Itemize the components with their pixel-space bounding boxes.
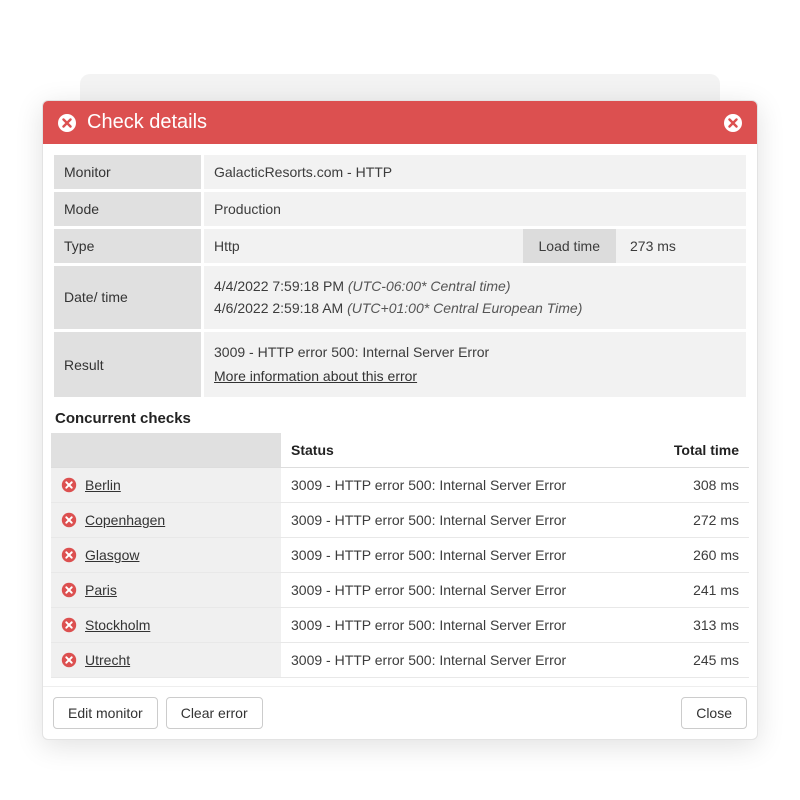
dialog-header: Check details [43,101,757,144]
table-row: Utrecht 3009 - HTTP error 500: Internal S… [51,643,749,678]
datetime-line1-main: 4/4/2022 7:59:18 PM [214,278,348,294]
more-info-link[interactable]: More information about this error [214,368,417,384]
clear-error-button[interactable]: Clear error [166,697,263,729]
datetime-label: Date/ time [53,265,203,331]
location-link[interactable]: Stockholm [85,617,150,633]
loadtime-label: Load time [523,229,616,263]
error-icon [61,512,77,528]
location-cell: Stockholm [51,608,281,643]
table-row: Stockholm 3009 - HTTP error 500: Internal… [51,608,749,643]
location-cell: Paris [51,573,281,608]
datetime-line2-tz: (UTC+01:00* Central European Time) [347,300,582,316]
col-status: Status [281,433,644,468]
details-table: Monitor GalacticResorts.com - HTTP Mode … [51,152,749,400]
error-icon [57,113,77,133]
concurrent-checks-title: Concurrent checks [51,400,749,433]
location-link[interactable]: Berlin [85,477,121,493]
total-time-cell: 245 ms [644,643,749,678]
concurrent-checks-table: Status Total time Berlin 3009 - HTTP erro… [51,433,749,678]
table-row: Copenhagen 3009 - HTTP error 500: Interna… [51,503,749,538]
datetime-line2-main: 4/6/2022 2:59:18 AM [214,300,347,316]
table-row: Glasgow 3009 - HTTP error 500: Internal S… [51,538,749,573]
location-cell: Copenhagen [51,503,281,538]
error-icon [61,582,77,598]
datetime-value: 4/4/2022 7:59:18 PM (UTC-06:00* Central … [203,265,748,331]
total-time-cell: 313 ms [644,608,749,643]
type-label: Type [53,228,203,265]
close-button[interactable]: Close [681,697,747,729]
result-value-cell: 3009 - HTTP error 500: Internal Server E… [203,330,748,399]
dialog-body: Monitor GalacticResorts.com - HTTP Mode … [43,144,757,686]
type-value: Http [204,229,523,263]
total-time-cell: 260 ms [644,538,749,573]
datetime-line1-tz: (UTC-06:00* Central time) [348,278,511,294]
loadtime-value: 273 ms [616,229,746,263]
close-icon[interactable] [723,113,743,133]
error-icon [61,617,77,633]
col-total-time: Total time [644,433,749,468]
check-details-dialog: Check details Monitor GalacticResorts.co… [42,100,758,740]
location-link[interactable]: Utrecht [85,652,130,668]
table-row: Paris 3009 - HTTP error 500: Internal Ser… [51,573,749,608]
location-cell: Berlin [51,468,281,503]
status-cell: 3009 - HTTP error 500: Internal Server E… [281,503,644,538]
location-link[interactable]: Paris [85,582,117,598]
edit-monitor-button[interactable]: Edit monitor [53,697,158,729]
location-link[interactable]: Glasgow [85,547,139,563]
total-time-cell: 241 ms [644,573,749,608]
status-cell: 3009 - HTTP error 500: Internal Server E… [281,538,644,573]
location-link[interactable]: Copenhagen [85,512,165,528]
error-icon [61,547,77,563]
dialog-footer: Edit monitor Clear error Close [43,686,757,739]
dialog-title: Check details [87,111,723,134]
result-value: 3009 - HTTP error 500: Internal Server E… [214,341,736,365]
status-cell: 3009 - HTTP error 500: Internal Server E… [281,468,644,503]
status-cell: 3009 - HTTP error 500: Internal Server E… [281,573,644,608]
monitor-label: Monitor [53,154,203,191]
result-label: Result [53,330,203,399]
location-cell: Glasgow [51,538,281,573]
mode-label: Mode [53,191,203,228]
total-time-cell: 308 ms [644,468,749,503]
monitor-value: GalacticResorts.com - HTTP [203,154,748,191]
table-row: Berlin 3009 - HTTP error 500: Internal Se… [51,468,749,503]
total-time-cell: 272 ms [644,503,749,538]
col-location [51,433,281,468]
status-cell: 3009 - HTTP error 500: Internal Server E… [281,608,644,643]
status-cell: 3009 - HTTP error 500: Internal Server E… [281,643,644,678]
error-icon [61,652,77,668]
error-icon [61,477,77,493]
location-cell: Utrecht [51,643,281,678]
mode-value: Production [203,191,748,228]
